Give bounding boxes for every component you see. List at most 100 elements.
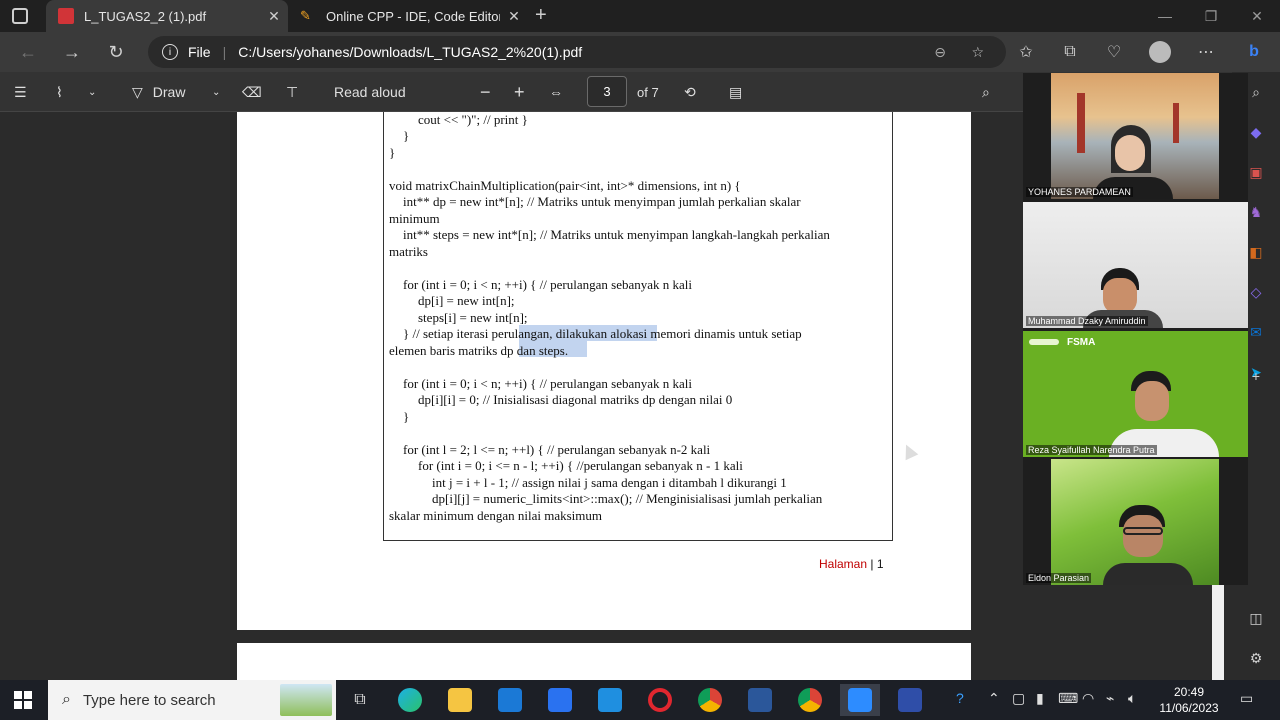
windows-start-icon[interactable] bbox=[14, 691, 32, 709]
eraser-icon[interactable]: ⌫ bbox=[242, 78, 262, 106]
split-screen-icon[interactable]: ◫ bbox=[1244, 606, 1268, 630]
draw-label: Draw bbox=[152, 84, 186, 100]
task-view-icon[interactable]: ⧉ bbox=[340, 684, 380, 716]
code-line: for (int i = 0; i < n; ++i) { // perulan… bbox=[403, 277, 693, 292]
divider: | bbox=[222, 44, 227, 60]
code-line: matriks bbox=[389, 244, 428, 259]
myhp-icon[interactable] bbox=[590, 684, 630, 716]
back-icon[interactable]: ← bbox=[14, 38, 42, 66]
forward-icon[interactable]: → bbox=[58, 38, 86, 66]
zoom-in-icon[interactable]: + bbox=[514, 78, 525, 106]
bridge-tower bbox=[1173, 103, 1179, 143]
code-line: dp[i] = new int[n]; bbox=[418, 293, 515, 308]
url-text[interactable]: C:/Users/yohanes/Downloads/L_TUGAS2_2%20… bbox=[238, 44, 582, 60]
code-line: cout << ")"; // print } bbox=[418, 112, 528, 127]
tab-title: L_TUGAS2_2 (1).pdf bbox=[84, 8, 207, 24]
info-icon[interactable]: i bbox=[162, 44, 178, 60]
code-line: } // setiap iterasi perulangan, dilakuka… bbox=[403, 326, 802, 341]
keyboard-icon[interactable]: ⌨ bbox=[1058, 690, 1078, 707]
highlight-icon[interactable]: ⌇ bbox=[56, 78, 63, 106]
close-window-icon[interactable]: ✕ bbox=[1234, 0, 1280, 32]
chrome-profile-icon[interactable] bbox=[790, 684, 830, 716]
participant-video[interactable]: Eldon Parasian bbox=[1023, 459, 1248, 585]
read-aloud-button[interactable]: Read aloud bbox=[334, 78, 406, 106]
favorites-icon[interactable]: ✩ bbox=[1012, 38, 1040, 66]
participant-name: Eldon Parasian bbox=[1026, 573, 1092, 583]
minimize-icon[interactable]: — bbox=[1142, 0, 1188, 32]
code-line: int j = i + l - 1; // assign nilai j sam… bbox=[432, 475, 787, 490]
address-bar: ← → ↻ i File | C:/Users/yohanes/Download… bbox=[0, 32, 1280, 72]
wifi-icon[interactable]: ◠ bbox=[1082, 690, 1094, 707]
mail-icon[interactable] bbox=[490, 684, 530, 716]
taskbar-search-box[interactable]: ⌕ Type here to search bbox=[48, 680, 336, 720]
rotate-icon[interactable]: ⟲ bbox=[684, 78, 696, 106]
code-line: for (int l = 2; l <= n; ++l) { // perula… bbox=[403, 442, 711, 457]
chrome-icon[interactable] bbox=[690, 684, 730, 716]
page-total: of 7 bbox=[637, 84, 659, 100]
search-placeholder: Type here to search bbox=[82, 691, 216, 709]
fit-page-icon[interactable]: ⇔ bbox=[549, 78, 563, 106]
show-hidden-icons[interactable]: ⌃ bbox=[988, 690, 1000, 707]
meet-now-icon[interactable]: ▢ bbox=[1012, 690, 1025, 707]
bridge-tower bbox=[1077, 93, 1085, 153]
code-line: skalar minimum dengan nilai maksimum bbox=[389, 508, 603, 523]
word-icon[interactable] bbox=[740, 684, 780, 716]
zoom-out-icon[interactable]: − bbox=[480, 78, 491, 106]
taskbar: ⌕ Type here to search ⧉ ? ⌃ ▢ ▮ ⌨ ◠ ⌁ 🔈︎… bbox=[0, 680, 1280, 720]
participant-name: Reza Syaifullah Narendra Putra bbox=[1026, 445, 1157, 455]
participant-video[interactable]: YOHANES PARDAMEAN bbox=[1023, 73, 1248, 199]
notification-icon[interactable]: ▭ bbox=[1240, 690, 1253, 707]
edge-app-icon[interactable] bbox=[390, 684, 430, 716]
more-icon[interactable]: ⋯ bbox=[1192, 38, 1220, 66]
draw-button[interactable]: ▽ Draw bbox=[132, 78, 185, 106]
chevron-down-icon[interactable]: ⌄ bbox=[88, 78, 96, 106]
tab-pdf[interactable]: L_TUGAS2_2 (1).pdf ✕ bbox=[46, 0, 288, 32]
clock-date: 11/06/2023 bbox=[1159, 701, 1219, 715]
tab-online-cpp[interactable]: ✎ Online CPP - IDE, Code Editor, C ✕ bbox=[288, 0, 528, 32]
help-icon[interactable]: ? bbox=[956, 690, 964, 706]
code-line: for (int i = 0; i < n; ++i) { // perulan… bbox=[403, 376, 693, 391]
refresh-icon[interactable]: ↻ bbox=[102, 38, 130, 66]
url-field[interactable]: i File | C:/Users/yohanes/Downloads/L_TU… bbox=[148, 36, 1006, 68]
battery-icon[interactable]: ▮ bbox=[1036, 690, 1044, 707]
code-line: for (int i = 0; i <= n - l; ++i) { //per… bbox=[418, 458, 743, 473]
volume-icon[interactable]: 🔈︎ bbox=[1128, 690, 1136, 707]
code-line: } bbox=[389, 145, 396, 160]
search-icon[interactable]: ⌕ bbox=[982, 78, 990, 106]
page-number-input[interactable]: 3 bbox=[587, 76, 627, 107]
profile-avatar[interactable] bbox=[1146, 38, 1174, 66]
tab-actions-icon[interactable] bbox=[12, 8, 28, 24]
person-face bbox=[1135, 381, 1169, 421]
dev-cpp-icon[interactable] bbox=[890, 684, 930, 716]
person-face bbox=[1123, 515, 1163, 557]
contents-icon[interactable]: ☰ bbox=[14, 78, 27, 106]
close-tab-icon[interactable]: ✕ bbox=[500, 8, 528, 25]
clock[interactable]: 20:49 11/06/2023 bbox=[1150, 684, 1228, 716]
zoom-icon[interactable]: ⊖ bbox=[934, 44, 946, 61]
bing-icon[interactable]: b bbox=[1240, 38, 1268, 66]
person-body bbox=[1103, 563, 1193, 585]
new-tab-icon[interactable]: + bbox=[535, 4, 547, 27]
performance-icon[interactable]: ♡ bbox=[1100, 38, 1128, 66]
pdf-icon bbox=[58, 8, 74, 24]
cpp-site-icon: ✎ bbox=[300, 8, 311, 23]
virtual-background-banner: FSMA bbox=[1067, 337, 1096, 348]
settings-gear-icon[interactable]: ⚙ bbox=[1244, 646, 1268, 670]
participant-video[interactable]: Muhammad Dzaky Amiruddin bbox=[1023, 202, 1248, 328]
text-icon[interactable]: ⊤ bbox=[286, 78, 298, 106]
dropbox-icon[interactable] bbox=[540, 684, 580, 716]
participant-video[interactable]: FSMA Reza Syaifullah Narendra Putra bbox=[1023, 331, 1248, 457]
chevron-down-icon[interactable]: ⌄ bbox=[212, 78, 220, 106]
zoom-app-icon[interactable] bbox=[840, 684, 880, 716]
file-explorer-icon[interactable] bbox=[440, 684, 480, 716]
clock-time: 20:49 bbox=[1173, 685, 1205, 699]
opera-icon[interactable] bbox=[640, 684, 680, 716]
close-tab-icon[interactable]: ✕ bbox=[260, 8, 288, 25]
restore-icon[interactable]: ❐ bbox=[1188, 0, 1234, 32]
collections-icon[interactable]: ⧉ bbox=[1056, 38, 1084, 66]
favorite-star-icon[interactable]: ☆ bbox=[971, 44, 984, 61]
file-label: File bbox=[188, 44, 211, 60]
page-view-icon[interactable]: ▤ bbox=[729, 78, 742, 106]
code-line: dp[i][i] = 0; // Inisialisasi diagonal m… bbox=[418, 392, 733, 407]
power-icon[interactable]: ⌁ bbox=[1106, 690, 1114, 707]
